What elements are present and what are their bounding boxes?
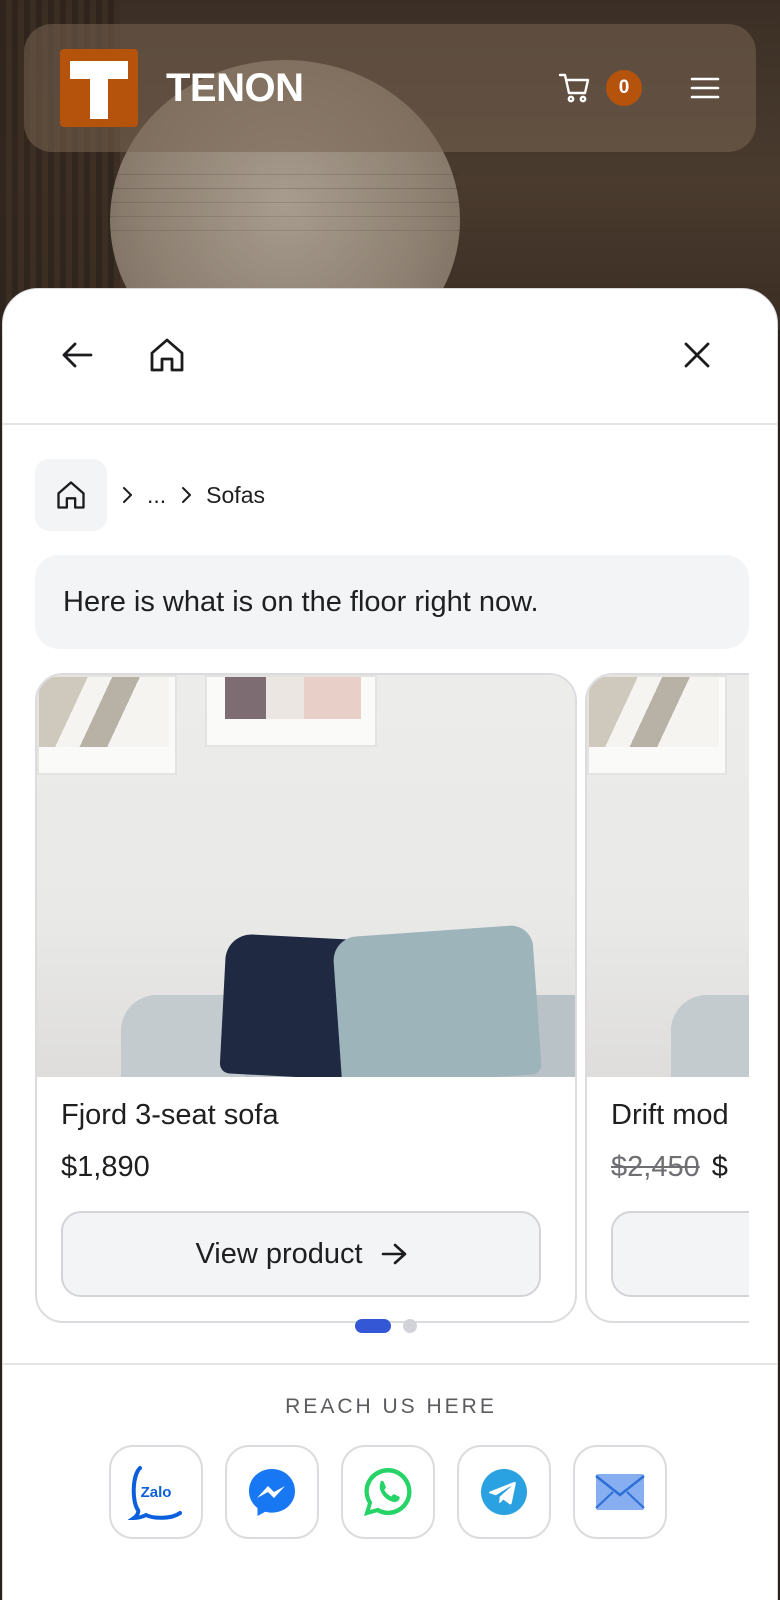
assistant-message: Here is what is on the floor right now.: [35, 555, 749, 649]
cart-button[interactable]: 0: [558, 70, 642, 106]
cart-count-badge: 0: [606, 70, 642, 106]
pagination-dot[interactable]: [403, 1319, 417, 1333]
home-button[interactable]: [145, 333, 189, 377]
contact-footer: REACH US HERE Zalo: [3, 1363, 777, 1600]
product-price: $1,890: [61, 1151, 150, 1183]
whatsapp-icon: [364, 1468, 412, 1516]
breadcrumb: ... Sofas: [35, 459, 265, 531]
close-icon: [684, 342, 710, 368]
carousel-pagination: [355, 1319, 417, 1333]
back-button[interactable]: [55, 333, 99, 377]
product-title: Drift mod: [611, 1099, 729, 1131]
messenger-icon: [249, 1469, 295, 1516]
view-product-button[interactable]: View product: [61, 1211, 541, 1297]
top-bar: TENON 0: [24, 24, 756, 152]
breadcrumb-home[interactable]: [35, 459, 107, 531]
product-image: [37, 675, 575, 1077]
product-card[interactable]: Drift mod $2,450 $ V: [585, 673, 749, 1323]
home-icon: [150, 338, 184, 372]
pagination-dot-active[interactable]: [355, 1319, 391, 1333]
product-card[interactable]: Fjord 3-seat sofa $1,890 View product: [35, 673, 577, 1323]
telegram-icon: [481, 1469, 527, 1515]
product-title: Fjord 3-seat sofa: [61, 1099, 279, 1131]
close-button[interactable]: [675, 333, 719, 377]
email-button[interactable]: [573, 1445, 667, 1539]
cart-icon: [558, 73, 590, 103]
zalo-icon: Zalo: [128, 1466, 182, 1520]
whatsapp-button[interactable]: [341, 1445, 435, 1539]
breadcrumb-current: Sofas: [206, 481, 265, 508]
contact-channels: Zalo: [109, 1445, 689, 1539]
bottom-sheet: ... Sofas Here is what is on the floor r…: [2, 288, 778, 1600]
contact-heading: REACH US HERE: [285, 1395, 497, 1418]
chevron-right-icon: [182, 487, 192, 503]
zalo-label: Zalo: [141, 1484, 172, 1501]
menu-icon[interactable]: [690, 76, 720, 100]
mail-icon: [595, 1474, 645, 1510]
arrow-left-icon: [62, 342, 93, 368]
product-old-price: $2,450: [611, 1151, 700, 1183]
messenger-button[interactable]: [225, 1445, 319, 1539]
view-product-label: View product: [195, 1237, 363, 1270]
product-carousel[interactable]: Fjord 3-seat sofa $1,890 View product Dr…: [35, 673, 749, 1323]
product-image: [587, 675, 749, 1077]
breadcrumb-ellipsis[interactable]: ...: [147, 482, 166, 509]
home-icon: [57, 481, 85, 509]
product-price: $: [711, 1151, 728, 1183]
sheet-header: [3, 289, 777, 425]
zalo-button[interactable]: Zalo: [109, 1445, 203, 1539]
product-price-row: $1,890: [61, 1151, 150, 1184]
chevron-right-icon: [123, 487, 132, 503]
brand-logo[interactable]: [60, 49, 138, 127]
telegram-button[interactable]: [457, 1445, 551, 1539]
brand-name[interactable]: TENON: [166, 66, 304, 111]
product-price-row: $2,450 $: [611, 1151, 728, 1184]
view-product-button[interactable]: V: [611, 1211, 749, 1297]
arrow-right-icon: [381, 1243, 406, 1265]
